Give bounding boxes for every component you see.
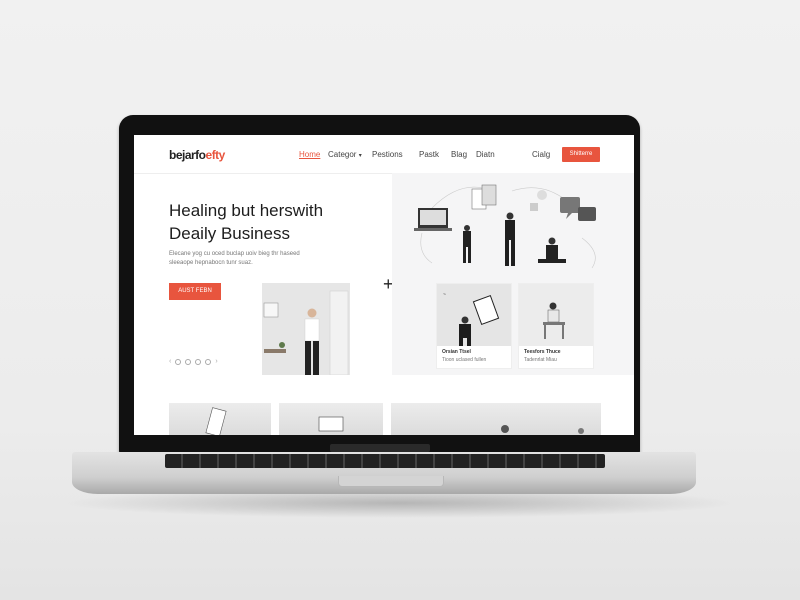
- nav-item-home[interactable]: Home: [299, 150, 320, 159]
- nav-item-blog[interactable]: Blag: [451, 150, 467, 159]
- nav-item-posts[interactable]: Pastk: [419, 150, 439, 159]
- hero-description: Elecane yog cu oced buclap uoiv bieg thr…: [169, 251, 300, 266]
- nav-item-categories-label: Categor: [328, 150, 357, 159]
- article-card[interactable]: Teesfors Thuce Tadenrlat Miau: [518, 283, 594, 369]
- carousel-dot[interactable]: [205, 359, 212, 365]
- article-card[interactable]: ~ Orsian Ttsel Tioon uclased fullen: [436, 283, 512, 369]
- nav-item-questions[interactable]: Pestions: [372, 150, 403, 159]
- article-card-subtitle: Tioon uclased fullen: [442, 357, 487, 363]
- article-card-image: [519, 284, 593, 346]
- chat-bubble-icon: [560, 197, 596, 221]
- bottom-tile[interactable]: [279, 403, 383, 435]
- logo-accent-text: efty: [205, 148, 226, 162]
- top-nav: bejarfoefty Home Categor ▾ Pestions Past…: [134, 135, 634, 174]
- nav-item-login[interactable]: Cialg: [532, 150, 550, 159]
- site-logo[interactable]: bejarfoefty: [169, 148, 225, 162]
- man-photo: [262, 283, 350, 375]
- laptop-icon: [414, 208, 452, 231]
- laptop-screen: bejarfoefty Home Categor ▾ Pestions Past…: [134, 135, 634, 435]
- hero-cta-button[interactable]: AUST FEBN: [169, 283, 221, 300]
- article-card-subtitle: Tadenrlat Miau: [524, 357, 557, 363]
- chevron-left-icon[interactable]: ‹: [169, 358, 171, 365]
- nav-item-categories[interactable]: Categor ▾: [328, 150, 362, 159]
- hero-title-line1: Healing but herswith: [169, 201, 324, 220]
- article-card-image: ~: [437, 284, 511, 346]
- document-icon: [471, 184, 497, 210]
- chevron-down-icon: ▾: [358, 153, 362, 159]
- logo-text: bejarfo: [169, 148, 206, 162]
- carousel-dot[interactable]: [185, 359, 192, 365]
- hero-illustration: ~ Orsian Ttsel Tioon uclased fullen Tees…: [392, 173, 634, 375]
- laptop-trackpad: [338, 476, 444, 487]
- hero-title-line2: Deaily Business: [169, 224, 290, 243]
- signup-button[interactable]: Shitterre: [562, 147, 600, 162]
- bottom-tile[interactable]: [391, 403, 601, 435]
- bottom-tile[interactable]: [169, 403, 271, 435]
- carousel-dots: ‹ ›: [169, 358, 218, 365]
- svg-text:~: ~: [443, 292, 446, 298]
- chevron-right-icon[interactable]: ›: [215, 358, 217, 365]
- nav-item-about[interactable]: Diatn: [476, 150, 495, 159]
- article-card-title: Teesfors Thuce: [524, 349, 561, 355]
- hero-title: Healing but herswith Deaily Business: [169, 199, 389, 245]
- laptop-hinge: [330, 444, 430, 452]
- carousel-dot[interactable]: [195, 359, 202, 365]
- carousel-dot[interactable]: [175, 359, 182, 365]
- laptop-keyboard: [165, 454, 605, 468]
- article-card-title: Orsian Ttsel: [442, 349, 471, 355]
